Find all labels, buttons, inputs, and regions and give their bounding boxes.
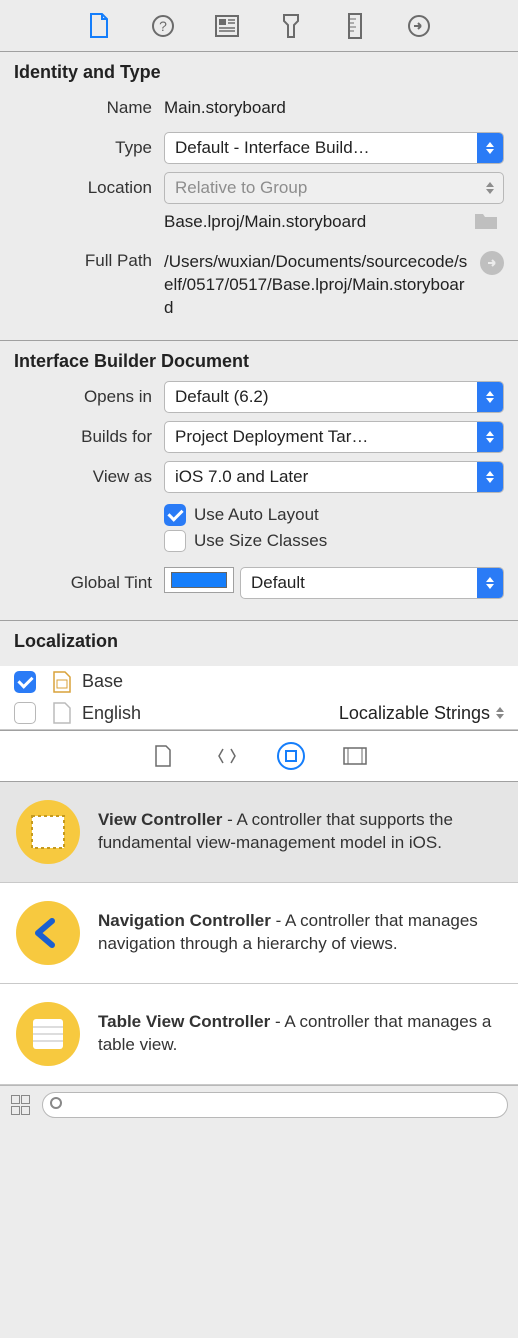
location-label: Location	[14, 178, 164, 198]
library-item-title: Navigation Controller	[98, 911, 271, 930]
identity-section-title: Identity and Type	[14, 62, 504, 83]
file-inspector-tab[interactable]	[86, 13, 112, 39]
viewas-select[interactable]: iOS 7.0 and Later	[164, 461, 504, 493]
navigation-controller-icon	[16, 901, 80, 965]
quick-help-tab[interactable]: ?	[150, 13, 176, 39]
code-snippet-filter[interactable]	[213, 742, 241, 770]
chevron-updown-icon	[477, 133, 503, 163]
library-item-title: Table View Controller	[98, 1012, 270, 1031]
base-label: Base	[82, 671, 504, 692]
connections-inspector-tab[interactable]	[406, 13, 432, 39]
strings-doc-icon	[52, 702, 74, 724]
object-library-filter[interactable]	[277, 742, 305, 770]
viewas-label: View as	[14, 467, 164, 487]
attributes-inspector-tab[interactable]	[278, 13, 304, 39]
localization-section-title: Localization	[14, 631, 504, 652]
chevron-updown-icon	[477, 462, 503, 492]
name-label: Name	[14, 98, 164, 118]
library-item-title: View Controller	[98, 810, 222, 829]
identity-inspector-tab[interactable]	[214, 13, 240, 39]
library-bottom-bar	[0, 1085, 518, 1125]
english-checkbox[interactable]	[14, 702, 36, 724]
library-item-text: Table View Controller - A controller tha…	[98, 1011, 502, 1057]
folder-icon[interactable]	[468, 211, 504, 231]
library-item-navigation-controller[interactable]: Navigation Controller - A controller tha…	[0, 883, 518, 984]
base-checkbox[interactable]	[14, 671, 36, 693]
autolayout-checkbox[interactable]	[164, 504, 186, 526]
chevron-updown-icon	[477, 568, 503, 598]
english-label: English	[82, 703, 339, 724]
opensin-select[interactable]: Default (6.2)	[164, 381, 504, 413]
fullpath-value: /Users/wuxian/Documents/sourcecode/self/…	[164, 251, 472, 320]
chevron-updown-icon	[477, 422, 503, 452]
location-select[interactable]: Relative to Group	[164, 172, 504, 204]
reveal-arrow-icon[interactable]	[480, 251, 504, 275]
location-path: Base.lproj/Main.storyboard	[164, 211, 468, 234]
globaltint-colorwell[interactable]	[164, 567, 234, 593]
globaltint-label: Global Tint	[14, 573, 164, 593]
opensin-label: Opens in	[14, 387, 164, 407]
name-value[interactable]: Main.storyboard	[164, 98, 504, 118]
inspector-tab-bar: ?	[0, 0, 518, 52]
location-select-value: Relative to Group	[165, 178, 477, 198]
localization-row-english: English Localizable Strings	[0, 698, 518, 730]
media-library-filter[interactable]	[341, 742, 369, 770]
ibdoc-section-title: Interface Builder Document	[14, 351, 504, 372]
identity-section: Identity and Type Name Main.storyboard T…	[0, 52, 518, 341]
type-label: Type	[14, 138, 164, 158]
chevron-updown-icon	[477, 173, 503, 203]
ibdoc-section: Interface Builder Document Opens in Defa…	[0, 341, 518, 621]
type-select[interactable]: Default - Interface Build…	[164, 132, 504, 164]
buildsfor-label: Builds for	[14, 427, 164, 447]
buildsfor-select[interactable]: Project Deployment Tar…	[164, 421, 504, 453]
library-item-text: View Controller - A controller that supp…	[98, 809, 502, 855]
chevron-updown-icon	[477, 382, 503, 412]
library-item-table-view-controller[interactable]: Table View Controller - A controller tha…	[0, 984, 518, 1085]
localization-row-base: Base	[0, 666, 518, 698]
size-inspector-tab[interactable]	[342, 13, 368, 39]
library-search-field[interactable]	[42, 1092, 508, 1118]
storyboard-doc-icon	[52, 671, 74, 693]
chevron-updown-icon[interactable]	[496, 707, 504, 719]
grid-view-icon[interactable]	[10, 1094, 32, 1116]
svg-text:?: ?	[159, 18, 167, 34]
file-template-filter[interactable]	[149, 742, 177, 770]
sizeclasses-label: Use Size Classes	[194, 531, 327, 551]
library-item-text: Navigation Controller - A controller tha…	[98, 910, 502, 956]
fullpath-label: Full Path	[14, 251, 164, 271]
view-controller-icon	[16, 800, 80, 864]
english-type-value[interactable]: Localizable Strings	[339, 703, 490, 724]
sizeclasses-checkbox[interactable]	[164, 530, 186, 552]
type-select-value: Default - Interface Build…	[165, 138, 477, 158]
library-item-view-controller[interactable]: View Controller - A controller that supp…	[0, 782, 518, 883]
library-filter-bar	[0, 730, 518, 782]
autolayout-label: Use Auto Layout	[194, 505, 319, 525]
globaltint-select[interactable]: Default	[240, 567, 504, 599]
localization-section: Localization	[0, 621, 518, 666]
table-view-controller-icon	[16, 1002, 80, 1066]
